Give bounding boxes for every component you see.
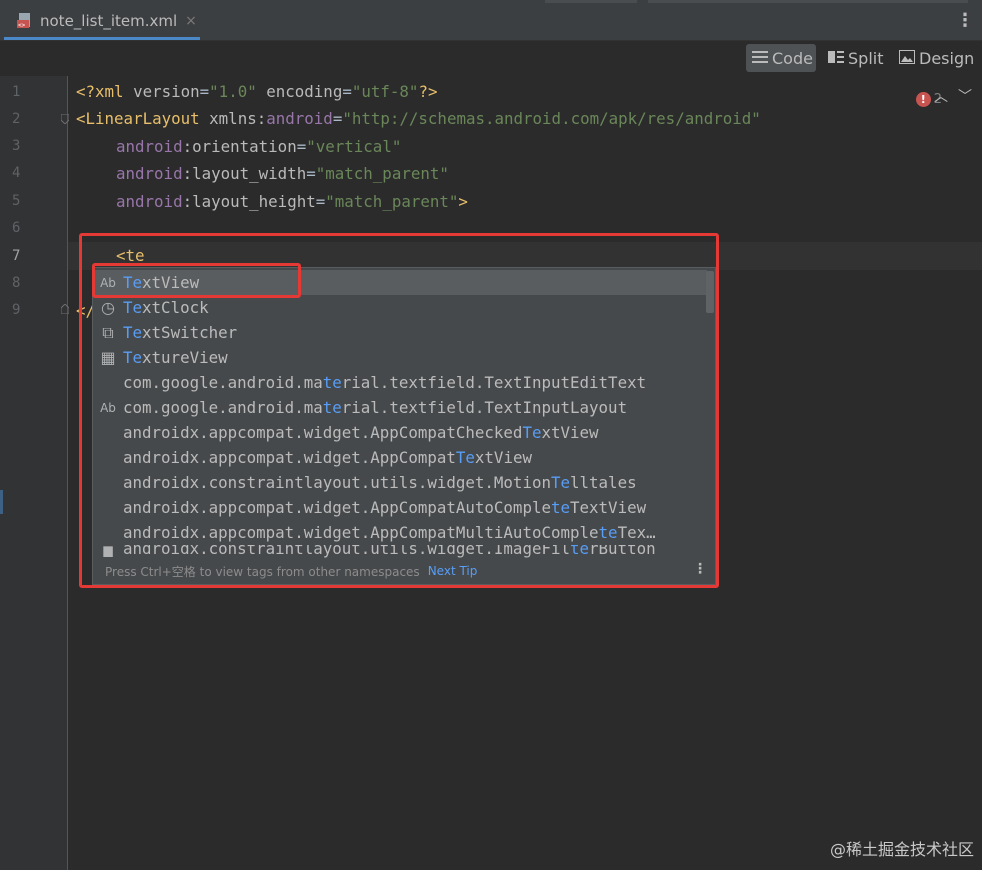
line-number: 8 bbox=[12, 275, 21, 291]
token: < bbox=[76, 109, 86, 128]
token: = bbox=[315, 192, 326, 211]
design-view-button[interactable]: Design bbox=[893, 44, 975, 72]
view-mode-bar: Code Split Design bbox=[0, 41, 982, 75]
token: = bbox=[332, 109, 343, 128]
line-number: 2 bbox=[12, 111, 21, 127]
line-number: 1 bbox=[12, 84, 21, 100]
token: = bbox=[306, 164, 316, 183]
split-view-button[interactable]: Split bbox=[822, 44, 888, 72]
token: "http://schemas.android.com/apk/res/andr… bbox=[342, 109, 761, 128]
token: "vertical" bbox=[306, 137, 402, 156]
token: :orientation bbox=[182, 137, 297, 156]
token: "1.0" bbox=[209, 82, 257, 101]
fold-close-icon[interactable] bbox=[61, 304, 69, 314]
token: "match_parent" bbox=[325, 192, 459, 211]
more-options-icon[interactable]: ⋮ bbox=[956, 12, 974, 30]
token: xmlns: bbox=[209, 109, 267, 128]
token: "match_parent" bbox=[315, 164, 449, 183]
toolbar-fragment bbox=[545, 0, 637, 3]
image-icon bbox=[899, 49, 915, 68]
token: version bbox=[133, 82, 200, 101]
line-number-gutter: 1 2 3 4 5 6 7 8 9 bbox=[0, 76, 69, 870]
line-number: 9 bbox=[12, 302, 21, 318]
line-number: 6 bbox=[12, 220, 21, 236]
design-view-label: Design bbox=[919, 48, 975, 68]
token: encoding bbox=[256, 82, 343, 101]
token: = bbox=[296, 137, 307, 156]
code-view-label: Code bbox=[772, 48, 813, 68]
svg-text:<>: <> bbox=[18, 22, 26, 29]
token: <? bbox=[76, 82, 96, 101]
line-number-current: 7 bbox=[12, 248, 21, 264]
left-edge-marker bbox=[0, 490, 3, 514]
chevron-down-icon[interactable]: ﹀ bbox=[958, 89, 972, 105]
split-view-label: Split bbox=[848, 48, 884, 68]
fold-open-icon[interactable] bbox=[61, 114, 69, 124]
editor-tab-bar: <> note_list_item.xml × ⋮ bbox=[0, 4, 982, 41]
line-number: 5 bbox=[12, 193, 21, 209]
code-line-4[interactable]: android:layout_width="match_parent" bbox=[116, 164, 449, 183]
toolbar-fragment bbox=[648, 0, 968, 3]
token: :layout_width bbox=[182, 164, 307, 183]
split-icon bbox=[828, 49, 844, 68]
lines-icon bbox=[752, 49, 768, 68]
token: android bbox=[116, 192, 183, 211]
token: android bbox=[266, 109, 333, 128]
inspection-navigation: ︿ ﹀ bbox=[924, 86, 972, 106]
token: LinearLayout bbox=[85, 109, 210, 128]
tab-label: note_list_item.xml bbox=[40, 11, 178, 30]
token: = bbox=[342, 82, 352, 101]
chevron-up-icon[interactable]: ︿ bbox=[934, 89, 948, 105]
line-number: 3 bbox=[12, 138, 21, 154]
token: :layout_height bbox=[182, 192, 316, 211]
close-icon[interactable]: × bbox=[185, 13, 197, 29]
token: xml bbox=[95, 82, 134, 101]
token: "utf-8" bbox=[351, 82, 419, 101]
tab-note-list-item[interactable]: <> note_list_item.xml × bbox=[4, 4, 200, 40]
token: ?> bbox=[418, 82, 438, 101]
code-line-5[interactable]: android:layout_height="match_parent"> bbox=[116, 192, 468, 211]
token: = bbox=[199, 82, 210, 101]
line-number: 4 bbox=[12, 165, 21, 181]
code-view-button[interactable]: Code bbox=[746, 44, 816, 72]
code-line-2[interactable]: <LinearLayout xmlns:android="http://sche… bbox=[76, 109, 761, 128]
annotation-box-textview bbox=[92, 263, 301, 298]
token: android bbox=[116, 137, 183, 156]
watermark: @稀土掘金技术社区 bbox=[829, 840, 974, 859]
code-line-1[interactable]: <?xml version="1.0" encoding="utf-8"?> bbox=[76, 82, 437, 101]
token: > bbox=[458, 192, 468, 211]
token: android bbox=[116, 164, 183, 183]
code-line-3[interactable]: android:orientation="vertical" bbox=[116, 137, 401, 156]
xml-file-icon: <> bbox=[16, 12, 34, 30]
